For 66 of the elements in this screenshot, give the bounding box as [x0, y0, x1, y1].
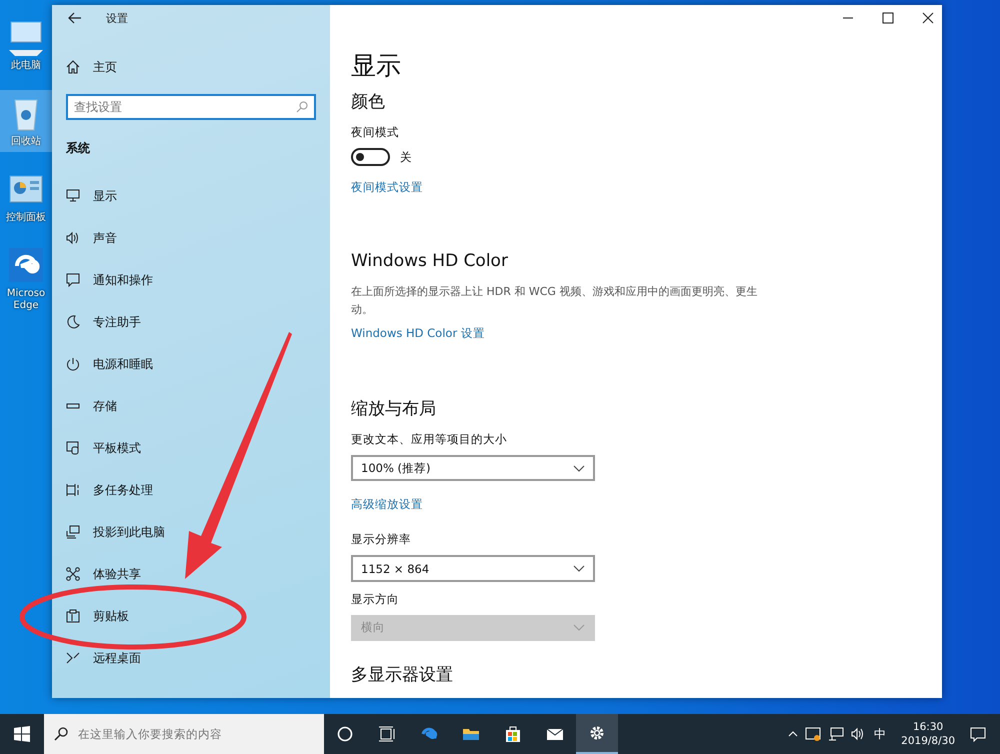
- nav-item[interactable]: 专注助手: [66, 301, 316, 343]
- settings-icon: [588, 724, 606, 742]
- section-heading: 多显示器设置: [351, 664, 453, 686]
- toggle-state: 关: [400, 150, 412, 164]
- settings-link[interactable]: Windows HD Color 设置: [351, 326, 485, 342]
- nav-item[interactable]: 声音: [66, 217, 316, 259]
- settings-link[interactable]: 夜间模式设置: [351, 180, 423, 195]
- tablet-icon: [66, 441, 80, 455]
- clock-date[interactable]: 2019/8/30: [901, 734, 955, 748]
- nav-item[interactable]: 电源和睡眠: [66, 343, 316, 385]
- clock-time[interactable]: 16:30: [912, 720, 944, 734]
- toggle-switch[interactable]: [351, 148, 390, 166]
- search-field[interactable]: 查找设置: [66, 94, 316, 120]
- nav-item[interactable]: 远程桌面: [66, 637, 316, 679]
- chevron-down-icon: [573, 565, 585, 572]
- section-heading: 颜色: [351, 91, 385, 113]
- remote-icon: [66, 651, 80, 665]
- nav-item[interactable]: 多任务处理: [66, 469, 316, 511]
- monitor-icon: [66, 189, 80, 203]
- section-heading: Windows HD Color: [351, 251, 508, 271]
- description-text: 在上面所选择的显示器上让 HDR 和 WCG 视频、游戏和应用中的画面更明亮、更生动。: [351, 284, 758, 318]
- circle-icon: [336, 725, 354, 743]
- power-icon: [66, 357, 80, 371]
- moon-icon: [66, 315, 80, 329]
- close-icon[interactable]: [922, 12, 934, 24]
- dropdown[interactable]: 100% (推荐): [351, 455, 595, 482]
- message-icon: [66, 273, 80, 287]
- nav-item[interactable]: 显示: [66, 175, 316, 217]
- windows-start-icon[interactable]: [14, 726, 30, 742]
- chevron-up-icon[interactable]: [788, 731, 798, 737]
- home-icon: [66, 60, 80, 74]
- projection-icon: [66, 525, 80, 539]
- field-label: 更改文本、应用等项目的大小: [351, 432, 507, 448]
- taskbar-search-field[interactable]: 在这里输入你要搜索的内容: [44, 714, 324, 754]
- chevron-down-icon: [573, 624, 585, 632]
- section-heading: 缩放与布局: [351, 398, 436, 420]
- nav-item[interactable]: 平板模式: [66, 427, 316, 469]
- section-heading: 系统: [66, 140, 91, 157]
- field-label: 显示分辨率: [351, 532, 411, 548]
- nav-item[interactable]: 通知和操作: [66, 259, 316, 301]
- device-icon[interactable]: [805, 727, 822, 741]
- nav-item[interactable]: 投影到此电脑: [66, 511, 316, 553]
- nav-item[interactable]: 剪贴板: [66, 595, 316, 637]
- back-icon[interactable]: [68, 12, 82, 24]
- multitask-icon: [66, 483, 80, 497]
- page-title: 显示: [351, 50, 401, 82]
- notification-icon[interactable]: [970, 726, 986, 742]
- speaker-icon: [66, 231, 80, 245]
- share-icon: [66, 567, 80, 581]
- network-icon[interactable]: [828, 727, 844, 741]
- nav-item[interactable]: 存储: [66, 385, 316, 427]
- field-label: 夜间模式: [351, 125, 399, 140]
- nav-item[interactable]: 体验共享: [66, 553, 316, 595]
- input-method-indicator[interactable]: 中: [874, 726, 886, 742]
- task-view-icon: [378, 725, 396, 743]
- window-title: 设置: [106, 10, 128, 26]
- store-icon: [504, 725, 522, 743]
- clipboard-icon: [66, 609, 80, 623]
- field-label: 显示方向: [351, 592, 399, 607]
- home-link[interactable]: 主页: [66, 52, 316, 82]
- chevron-down-icon: [573, 464, 585, 472]
- maximize-icon[interactable]: [882, 12, 894, 24]
- dropdown[interactable]: 1152 × 864: [351, 555, 595, 582]
- settings-link[interactable]: 高级缩放设置: [351, 497, 423, 512]
- taskbar-button[interactable]: [576, 714, 618, 754]
- search-icon: [296, 101, 308, 113]
